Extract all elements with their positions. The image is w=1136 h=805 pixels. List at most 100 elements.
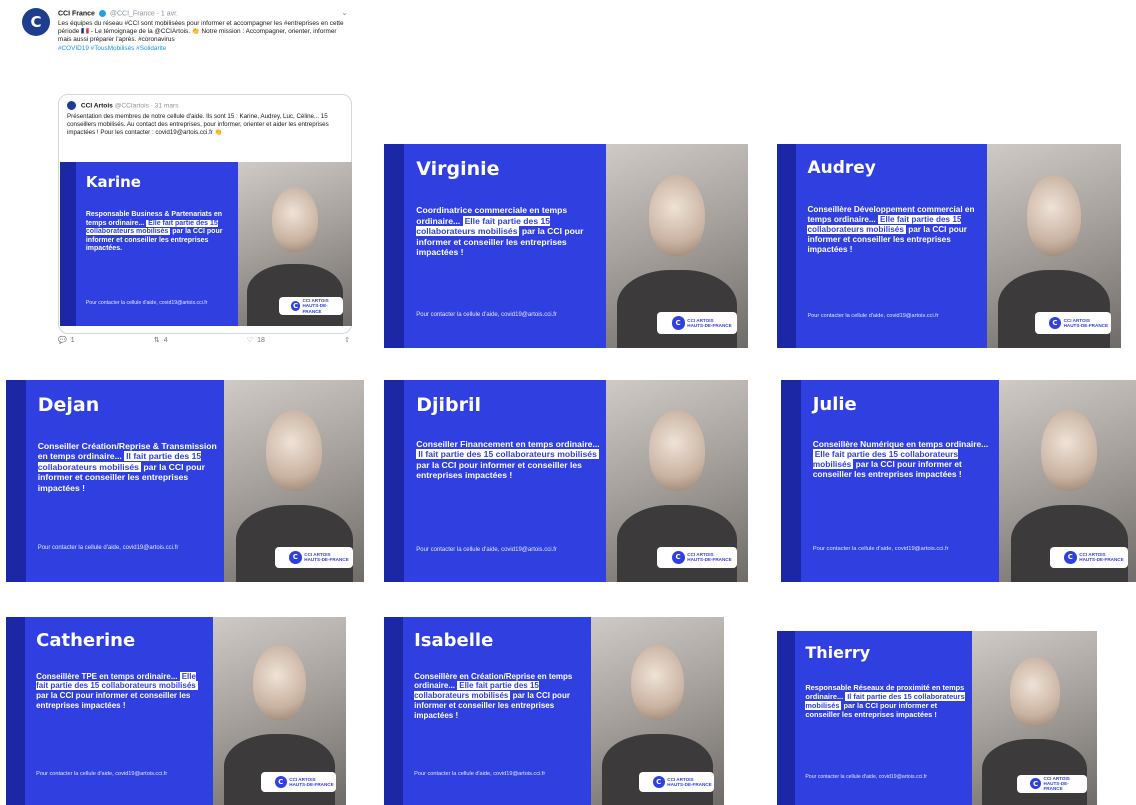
card-text-panel: Djibril Conseiller Financement en temps …: [404, 380, 608, 582]
tweet-actions: 💬 1 ⇅ 4 ♡ 18 ⇧: [58, 336, 350, 345]
photo-head: [1027, 174, 1081, 257]
photo-body: [247, 263, 343, 326]
cci-artois-logo: C CCI ARTOIS HAUTS-DE-FRANCE: [639, 772, 714, 792]
staff-card-virginie: Virginie Coordinatrice commerciale en te…: [384, 144, 748, 348]
staff-name: Virginie: [416, 158, 500, 181]
cci-logo-icon: C: [274, 775, 287, 789]
card-stripe: [777, 144, 796, 348]
staff-role: Conseillère Numérique en temps ordinaire…: [812, 438, 989, 449]
photo-body: [235, 505, 353, 582]
quoted-text: Présentation des membres de notre cellul…: [67, 113, 329, 136]
share-button[interactable]: ⇧: [344, 336, 350, 344]
photo-head: [1041, 410, 1098, 492]
photo-head: [266, 410, 323, 492]
staff-name: Julie: [812, 394, 857, 416]
cci-logo-icon: C: [1048, 316, 1062, 330]
card-text-panel: Audrey Conseillère Développement commerc…: [796, 144, 989, 348]
photo-head: [648, 410, 706, 492]
cci-logo-text: CCI ARTOIS HAUTS-DE-FRANCE: [289, 776, 334, 787]
cci-artois-logo: C CCI ARTOIS HAUTS-DE-FRANCE: [657, 312, 738, 334]
card-stripe: [384, 380, 405, 582]
staff-name: Djibril: [416, 394, 482, 417]
reply-icon: 💬: [58, 337, 67, 344]
tweet-hashtags[interactable]: #COVID19 #TousMobilisés #Solidarite: [58, 45, 348, 53]
card-stripe: [6, 380, 26, 582]
photo-body: [602, 733, 714, 805]
share-icon: ⇧: [344, 337, 350, 344]
photo-head: [631, 645, 685, 721]
cci-artois-logo: C CCI ARTOIS HAUTS-DE-FRANCE: [1035, 312, 1111, 334]
tweet-menu-icon[interactable]: ⌄: [341, 8, 348, 17]
photo-body: [982, 738, 1088, 805]
cci-logo-icon: C: [652, 775, 665, 789]
cci-logo-icon: C: [288, 550, 302, 564]
cci-artois-avatar: [67, 101, 76, 110]
contact-line: Pour contacter la cellule d'aide, covid1…: [85, 299, 208, 306]
photo-head: [648, 174, 706, 257]
retweet-button[interactable]: ⇅ 4: [154, 336, 168, 345]
card-stripe: [781, 380, 801, 582]
tweet-text: Les équipes du réseau #CCI sont mobilisé…: [58, 20, 348, 53]
card-text-panel: Catherine Conseillère TPE en temps ordin…: [25, 617, 215, 805]
contact-line: Pour contacter la cellule d'aide, covid1…: [37, 544, 179, 551]
cci-logo-text: CCI ARTOIS HAUTS-DE-FRANCE: [304, 551, 349, 563]
staff-name: Audrey: [807, 158, 876, 179]
cci-logo-text: CCI ARTOIS HAUTS-DE-FRANCE: [302, 298, 329, 314]
like-icon: ♡: [246, 337, 254, 344]
staff-card-dejan: Dejan Conseiller Création/Reprise & Tran…: [6, 380, 364, 582]
retweet-count: 4: [163, 336, 168, 344]
staff-card-julie: Julie Conseillère Numérique en temps ord…: [781, 380, 1136, 582]
cci-logo-text: CCI ARTOIS HAUTS-DE-FRANCE: [1063, 317, 1109, 329]
staff-mission: par la CCI pour informer et conseiller l…: [36, 691, 191, 710]
tweet-header: CCI France @CCI_France · 1 avr.: [58, 10, 178, 17]
like-button[interactable]: ♡ 18: [246, 336, 265, 345]
cci-artois-logo: C CCI ARTOIS HAUTS-DE-FRANCE: [1049, 546, 1129, 568]
cci-france-avatar[interactable]: C: [22, 8, 50, 36]
cci-artois-logo: C CCI ARTOIS HAUTS-DE-FRANCE: [657, 546, 738, 568]
card-text-panel: Isabelle Conseillère en Création/Reprise…: [403, 617, 593, 805]
quoted-author: CCI Artois: [80, 102, 113, 110]
photo-body: [224, 733, 336, 805]
photo-head: [253, 645, 307, 721]
card-stripe: [384, 617, 403, 805]
cci-artois-logo: C CCI ARTOIS HAUTS-DE-FRANCE: [274, 546, 354, 568]
reply-button[interactable]: 💬 1: [58, 336, 75, 345]
contact-line: Pour contacter la cellule d'aide, covid1…: [805, 773, 927, 780]
staff-mission: par la CCI pour informer et conseiller l…: [416, 459, 582, 481]
card-text-panel: Thierry Responsable Réseaux de proximité…: [795, 631, 974, 805]
cci-logo-icon: C: [1029, 778, 1042, 790]
staff-description: Coordinatrice commerciale en temps ordin…: [416, 205, 599, 257]
staff-name: Isabelle: [414, 630, 494, 652]
cci-logo-text: CCI ARTOIS HAUTS-DE-FRANCE: [667, 776, 712, 787]
staff-description: Responsable Réseaux de proximité en temp…: [805, 683, 966, 719]
cci-logo-icon: C: [290, 301, 301, 311]
contact-line: Pour contacter la cellule d'aide, covid1…: [812, 545, 949, 552]
staff-name: Thierry: [805, 643, 871, 663]
staff-description: Conseiller Financement en temps ordinair…: [416, 439, 600, 481]
staff-card-karine: Karine Responsable Business & Partenaria…: [60, 162, 352, 326]
cci-logo-text: CCI ARTOIS HAUTS-DE-FRANCE: [687, 317, 732, 329]
staff-description: Conseiller Création/Reprise & Transmissi…: [37, 441, 218, 493]
contact-line: Pour contacter la cellule d'aide, covid1…: [807, 313, 939, 320]
staff-description: Conseillère Développement commercial en …: [807, 205, 980, 255]
staff-description: Conseillère Numérique en temps ordinaire…: [812, 438, 993, 480]
photo-body: [997, 270, 1111, 348]
staff-description: Responsable Business & Partenariats en t…: [85, 211, 233, 254]
staff-card-isabelle: Isabelle Conseillère en Création/Reprise…: [384, 617, 724, 805]
contact-line: Pour contacter la cellule d'aide, covid1…: [416, 312, 557, 319]
cci-logo-text: CCI ARTOIS HAUTS-DE-FRANCE: [687, 551, 732, 563]
quoted-tweet-header: CCI Artois @CCIartois · 31 mars: [67, 101, 179, 110]
card-text-panel: Karine Responsable Business & Partenaria…: [76, 162, 240, 326]
contact-line: Pour contacter la cellule d'aide, covid1…: [36, 771, 168, 778]
staff-description: Conseillère TPE en temps ordinaire... El…: [36, 671, 207, 711]
photo-body: [617, 270, 737, 348]
staff-card-djibril: Djibril Conseiller Financement en temps …: [384, 380, 748, 582]
cci-logo-text: CCI ARTOIS HAUTS-DE-FRANCE: [1079, 551, 1124, 563]
staff-card-audrey: Audrey Conseillère Développement commerc…: [777, 144, 1121, 348]
cci-artois-logo: C CCI ARTOIS HAUTS-DE-FRANCE: [279, 297, 344, 315]
tweet-author[interactable]: CCI France: [58, 10, 95, 17]
staff-name: Karine: [85, 173, 141, 192]
card-text-panel: Dejan Conseiller Création/Reprise & Tran…: [26, 380, 226, 582]
cci-logo-icon: C: [671, 550, 685, 564]
reply-count: 1: [70, 336, 75, 344]
